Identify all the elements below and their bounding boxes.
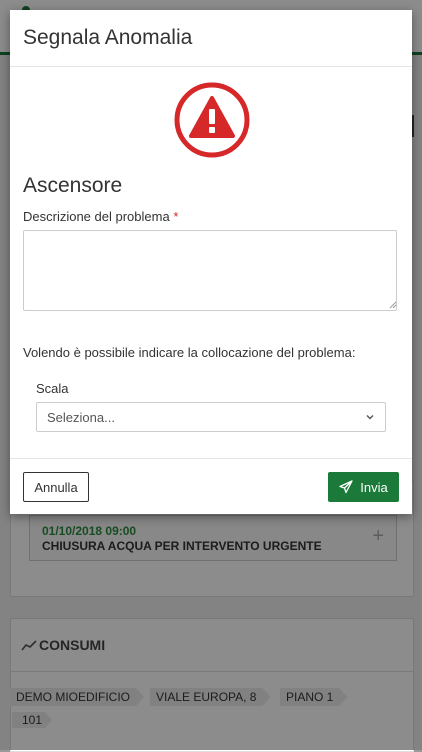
send-button[interactable]: Invia bbox=[328, 472, 399, 502]
scala-select[interactable]: Seleziona... bbox=[36, 402, 386, 432]
dialog-title: Segnala Anomalia bbox=[23, 26, 193, 49]
divider bbox=[10, 66, 412, 67]
description-label: Descrizione del problema * bbox=[23, 209, 178, 224]
scala-select-value: Seleziona... bbox=[47, 410, 115, 425]
cancel-button[interactable]: Annulla bbox=[23, 472, 89, 502]
subject-heading: Ascensore bbox=[23, 174, 123, 197]
report-anomaly-dialog: Segnala Anomalia Ascensore Descrizione d… bbox=[10, 10, 412, 514]
paper-plane-icon bbox=[339, 480, 353, 494]
warning-triangle-icon bbox=[174, 82, 250, 158]
scala-label: Scala bbox=[36, 381, 69, 396]
required-marker: * bbox=[173, 209, 179, 224]
divider bbox=[10, 458, 412, 459]
location-hint: Volendo è possibile indicare la collocaz… bbox=[23, 345, 356, 360]
send-button-label: Invia bbox=[360, 479, 388, 495]
description-textarea[interactable] bbox=[23, 230, 397, 311]
cancel-button-label: Annulla bbox=[34, 479, 78, 495]
description-label-text: Descrizione del problema bbox=[23, 209, 170, 224]
chevron-down-icon bbox=[366, 415, 374, 420]
resize-grip-icon[interactable] bbox=[389, 301, 397, 309]
